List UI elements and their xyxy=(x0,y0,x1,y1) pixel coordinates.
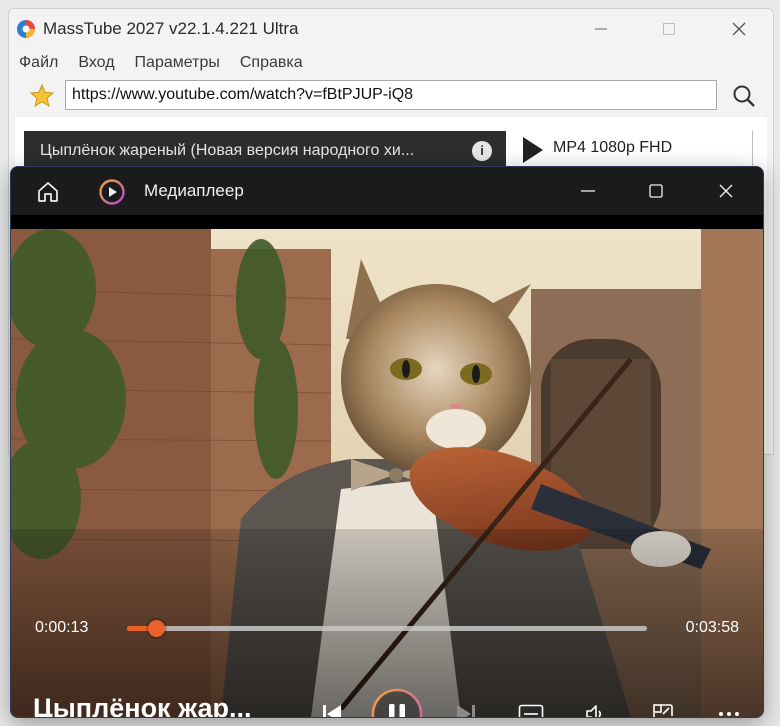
menu-login[interactable]: Вход xyxy=(68,51,124,75)
video-title: Цыплёнок жареный (Новая версия народного… xyxy=(40,142,415,159)
video-surface[interactable]: 0:00:13 0:03:58 Цыплёнок жар... xyxy=(11,229,763,717)
maximize-icon xyxy=(649,184,663,198)
next-button[interactable] xyxy=(451,699,481,717)
format-label[interactable]: MP4 1080p FHD xyxy=(553,139,672,157)
current-time: 0:00:13 xyxy=(35,619,89,636)
address-bar xyxy=(9,77,773,115)
miniplayer-button[interactable] xyxy=(648,699,678,717)
info-icon[interactable]: i xyxy=(472,141,492,161)
miniplayer-icon xyxy=(653,704,673,717)
seek-bar[interactable] xyxy=(127,620,647,637)
skip-previous-icon xyxy=(323,705,341,717)
volume-button[interactable] xyxy=(581,701,609,717)
letterbox-bar xyxy=(11,215,763,229)
skip-next-icon xyxy=(457,705,475,717)
star-icon xyxy=(29,83,55,108)
minimize-icon xyxy=(595,28,607,30)
close-button[interactable] xyxy=(719,15,759,43)
url-input[interactable] xyxy=(65,80,717,110)
media-player-logo-icon xyxy=(99,179,125,205)
player-close-button[interactable] xyxy=(709,177,743,205)
more-icon xyxy=(719,712,739,716)
close-icon xyxy=(732,22,746,36)
menu-bar: Файл Вход Параметры Справка xyxy=(9,51,773,75)
play-pause-button[interactable] xyxy=(371,688,423,717)
minimize-icon xyxy=(581,190,595,192)
volume-icon xyxy=(586,705,602,717)
more-options-button[interactable] xyxy=(714,701,744,717)
maximize-button[interactable] xyxy=(649,15,689,43)
search-button[interactable] xyxy=(729,81,759,111)
pause-icon xyxy=(371,688,423,717)
masstube-logo-icon xyxy=(17,20,35,38)
menu-settings[interactable]: Параметры xyxy=(125,51,230,75)
seek-handle[interactable] xyxy=(147,620,165,637)
video-list-item[interactable]: Цыплёнок жареный (Новая версия народного… xyxy=(24,131,506,171)
subtitles-icon xyxy=(518,704,544,717)
subtitles-button[interactable] xyxy=(516,701,546,717)
player-maximize-button[interactable] xyxy=(639,177,673,205)
home-icon[interactable] xyxy=(35,179,61,205)
minimize-button[interactable] xyxy=(581,15,621,43)
player-titlebar: Медиаплеер xyxy=(11,167,763,215)
now-playing-title: Цыплёнок жар... xyxy=(33,693,252,718)
media-player-window: Медиаплеер 0:00:13 0:03:58 Цыплёнок жар.… xyxy=(10,166,764,718)
scrollbar[interactable] xyxy=(752,131,761,171)
close-icon xyxy=(719,184,733,198)
total-time: 0:03:58 xyxy=(685,619,739,636)
search-icon xyxy=(733,85,755,107)
player-title: Медиаплеер xyxy=(144,181,244,200)
previous-button[interactable] xyxy=(317,699,347,717)
maximize-icon xyxy=(663,23,675,35)
menu-file[interactable]: Файл xyxy=(9,51,68,75)
player-minimize-button[interactable] xyxy=(571,177,605,205)
window-title: MassTube 2027 v22.1.4.221 Ultra xyxy=(43,19,299,38)
favorite-button[interactable] xyxy=(27,81,57,111)
play-triangle-icon[interactable] xyxy=(523,137,543,163)
menu-help[interactable]: Справка xyxy=(230,51,313,75)
titlebar: MassTube 2027 v22.1.4.221 Ultra xyxy=(9,9,773,49)
